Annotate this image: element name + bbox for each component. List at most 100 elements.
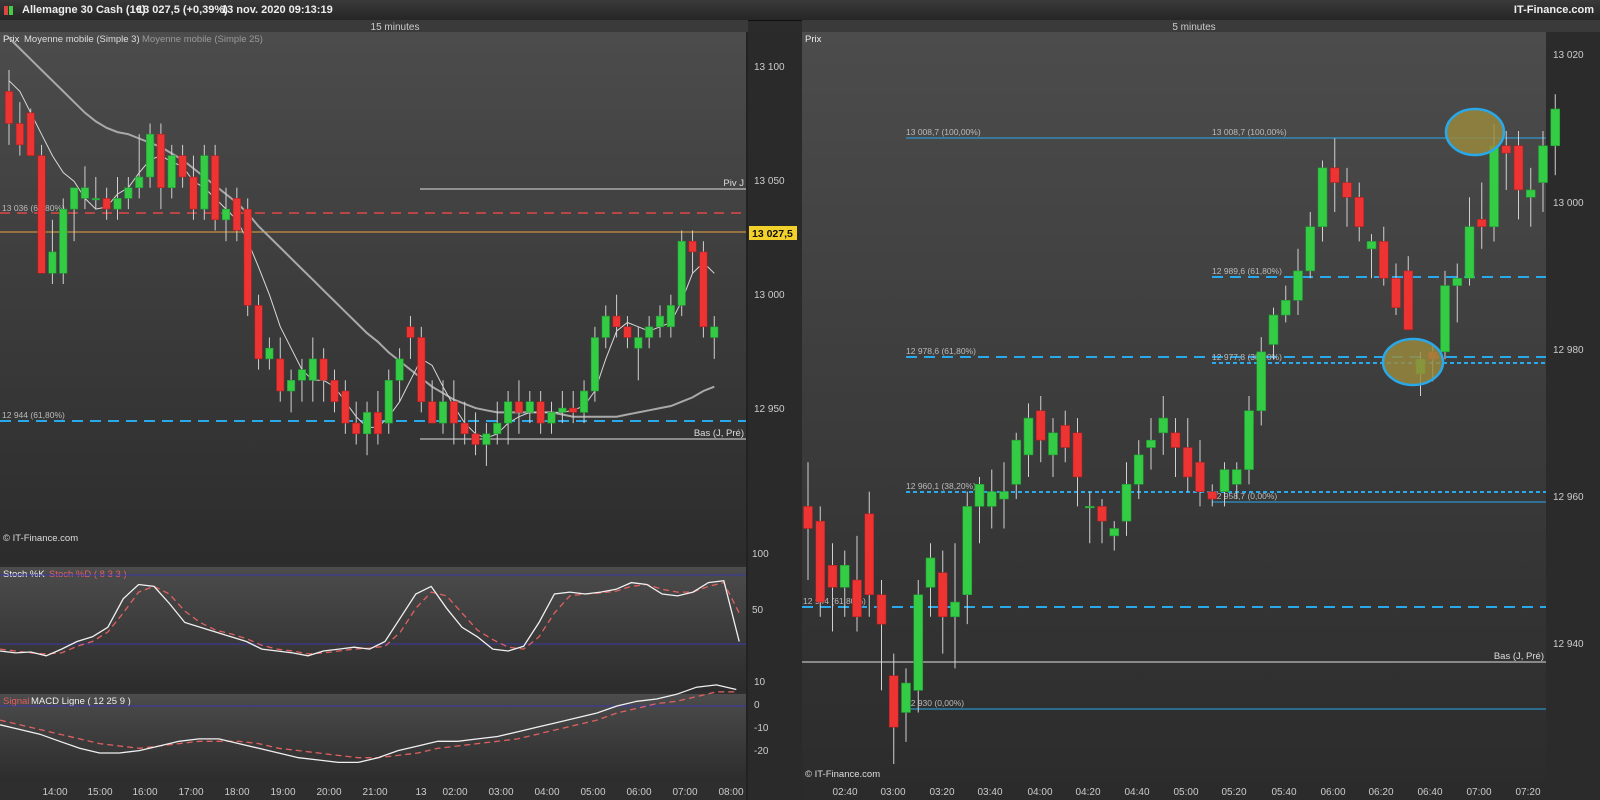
candle-body-bull	[395, 358, 404, 381]
candle-body-bear	[254, 305, 263, 360]
macd-tick: -10	[754, 723, 769, 734]
candle-body-bull	[1244, 410, 1254, 470]
piv-j-label: Piv J	[723, 178, 744, 189]
candle-body-bull	[1317, 167, 1328, 228]
candle	[417, 326, 426, 413]
candle-body-bull	[1084, 506, 1095, 509]
candle-body-bear	[1513, 145, 1524, 191]
candle-body-bear	[211, 155, 220, 221]
right-time-tick: 03:40	[977, 787, 1002, 798]
right-legend-prix: Prix	[805, 34, 822, 45]
candle-body-bear	[688, 240, 697, 253]
candle-body-bear	[428, 401, 437, 424]
candle-body-bear	[276, 358, 285, 392]
left-price-tick: 12 950	[754, 404, 785, 415]
candle	[254, 294, 263, 370]
candle-body-bull	[438, 401, 448, 424]
candle-body-bear	[15, 123, 24, 146]
candle-body-bull	[1550, 108, 1561, 147]
candle-body-bull	[124, 187, 133, 199]
candle	[211, 144, 220, 231]
candle	[37, 144, 46, 274]
left-time-tick: 05:00	[580, 787, 605, 798]
candle-body-bull	[1538, 145, 1548, 183]
candle-body-bull	[1133, 454, 1144, 485]
candle-body-bull	[1231, 469, 1242, 485]
candle-body-bear	[937, 572, 948, 618]
candle-body-bull	[1268, 314, 1279, 345]
candle-body-bear	[888, 675, 899, 728]
candle-body-bear	[536, 401, 545, 424]
right-bas-label: Bas (J, Pré)	[1494, 651, 1544, 662]
right-time-tick: 04:20	[1075, 787, 1100, 798]
candle-body-bear	[1060, 425, 1071, 448]
candle-body-bear	[4, 91, 14, 124]
candle-body-bull	[1293, 270, 1303, 301]
candle-body-bull	[48, 251, 57, 274]
candle-body-bull	[677, 240, 686, 306]
candle-body-bear	[699, 251, 708, 328]
left-time-tick: 13	[415, 787, 427, 798]
candle-body-bear	[1329, 167, 1340, 183]
candle-body-bull	[1109, 528, 1120, 537]
right-time-tick: 05:00	[1173, 787, 1198, 798]
candle-body-bear	[815, 520, 826, 603]
left-time-tick: 19:00	[270, 787, 295, 798]
candle-body-bull	[1525, 189, 1536, 198]
candle-body-bull	[70, 187, 79, 210]
candle-body-bear	[37, 155, 46, 274]
left-time-tick: 16:00	[132, 787, 157, 798]
right-price-tick: 13 020	[1553, 50, 1584, 61]
left-bas-label: Bas (J, Pré)	[694, 428, 744, 439]
candle-body-bear	[406, 326, 415, 338]
left-time-tick: 18:00	[224, 787, 249, 798]
candle-body-bull	[601, 315, 610, 338]
left-timeframe: 15 minutes	[371, 22, 420, 33]
candle-body-bear	[1378, 241, 1389, 279]
candle-body-bull	[525, 401, 534, 413]
left-macd-pane[interactable]	[0, 694, 746, 782]
candle-body-bear	[352, 422, 361, 435]
candle-body-bear	[514, 401, 524, 413]
left-time-tick: 04:00	[534, 787, 559, 798]
candle	[59, 198, 68, 284]
right-time-tick: 05:40	[1271, 787, 1296, 798]
candle-body-bull	[1305, 226, 1316, 272]
candle-body-bear	[189, 176, 198, 210]
candle-body-bull	[167, 155, 176, 189]
candle-body-bull	[146, 133, 155, 178]
left-time-tick: 03:00	[488, 787, 513, 798]
right-fib-label: 13 008,7 (100,00%)	[906, 127, 981, 137]
left-legend-ma3: Moyenne mobile (Simple 3)	[24, 34, 140, 45]
candle-body-bear	[1342, 182, 1352, 198]
candle	[677, 230, 686, 317]
right-fib-label: 13 008,7 (100,00%)	[1212, 127, 1287, 137]
candle-body-bear	[1207, 491, 1218, 500]
candle-body-bear	[373, 412, 382, 435]
candle-body-bear	[827, 564, 838, 588]
candle-body-bear	[1035, 410, 1046, 441]
candle	[1550, 94, 1561, 176]
candle-body-bear	[612, 315, 621, 328]
left-price-pane[interactable]	[0, 32, 746, 564]
candle-body-bear	[341, 390, 350, 424]
brand-label: IT-Finance.com	[1513, 4, 1594, 16]
stoch-tick: 100	[752, 549, 769, 560]
candle-body-bull	[59, 208, 68, 274]
candle-body-bear	[852, 579, 862, 618]
candle-body-bull	[558, 407, 567, 413]
candle-body-bull	[297, 369, 307, 381]
candle-body-bear	[449, 401, 458, 424]
candle-body-bull	[590, 337, 599, 392]
candle-body-bull	[1256, 351, 1267, 412]
left-watermark: © IT-Finance.com	[3, 533, 78, 544]
candle	[815, 506, 826, 617]
candle-body-bull	[962, 506, 973, 596]
right-time-tick: 05:20	[1221, 787, 1246, 798]
right-time-tick: 06:40	[1417, 787, 1442, 798]
right-time-tick: 06:20	[1368, 787, 1393, 798]
right-fib-label: 12 960,1 (38,20%)	[906, 481, 976, 491]
candle-body-bear	[1354, 196, 1365, 228]
candle	[590, 326, 599, 402]
candle-body-bull	[1219, 469, 1230, 492]
